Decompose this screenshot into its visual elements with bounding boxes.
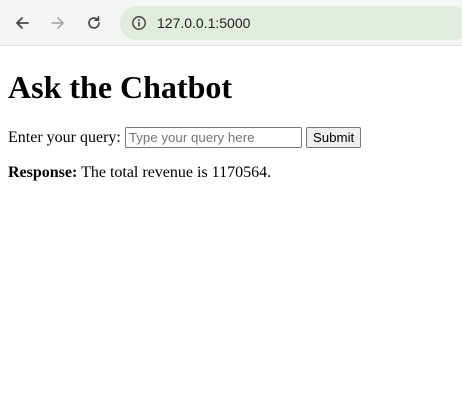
- forward-button[interactable]: [46, 11, 70, 35]
- address-bar[interactable]: 127.0.0.1:5000: [120, 6, 462, 40]
- url-text[interactable]: 127.0.0.1:5000: [157, 15, 250, 31]
- response-label: Response:: [8, 164, 78, 181]
- page-content: Ask the Chatbot Enter your query: Submit…: [0, 47, 462, 410]
- query-form: Enter your query: Submit: [8, 127, 362, 148]
- arrow-left-icon: [16, 17, 29, 29]
- page-title: Ask the Chatbot: [8, 69, 233, 105]
- response-text: The total revenue is 1170564.: [81, 164, 272, 181]
- back-button[interactable]: [10, 11, 34, 35]
- submit-button[interactable]: Submit: [305, 127, 362, 148]
- reload-button[interactable]: [82, 11, 106, 35]
- reload-icon: [88, 15, 100, 29]
- arrow-right-icon: [51, 17, 64, 29]
- browser-toolbar: 127.0.0.1:5000: [0, 0, 462, 46]
- query-input[interactable]: [124, 127, 302, 148]
- site-info-button[interactable]: [128, 12, 150, 34]
- query-label: Enter your query:: [8, 128, 121, 146]
- response-line: Response: The total revenue is 1170564.: [8, 164, 271, 182]
- info-icon: [132, 16, 146, 30]
